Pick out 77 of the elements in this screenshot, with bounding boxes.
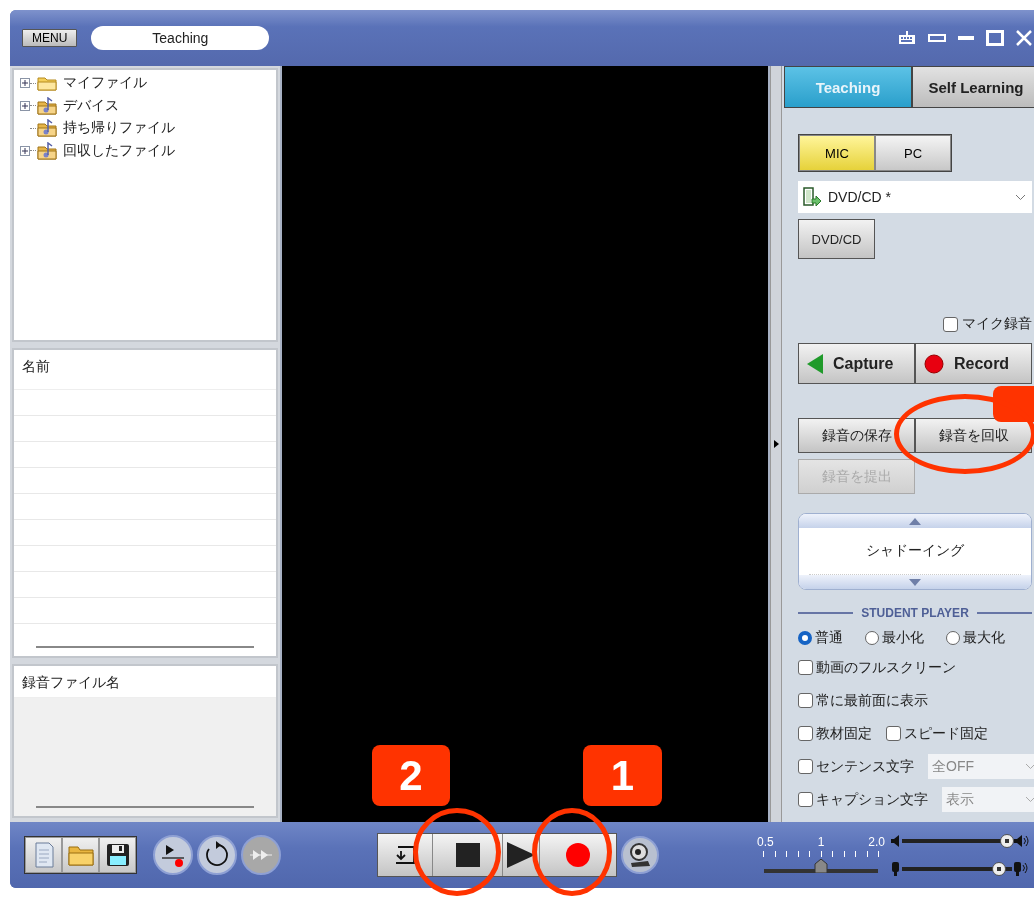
collapse-arrow-icon[interactable] [773,440,779,448]
radio-label: 最大化 [963,629,1005,647]
mode-item[interactable]: シャドーイング [866,542,964,560]
callout-badge: 2 [372,745,450,806]
source-toggle-button[interactable]: MIC [799,135,875,171]
checkbox-label: センテンス文字 [816,757,914,776]
radio-button[interactable] [865,631,879,645]
expand-icon[interactable] [20,78,30,89]
menu-button[interactable]: MENU [22,29,78,47]
close-icon[interactable] [1016,30,1032,46]
music-folder-icon [37,119,57,138]
speed-tick-label: 0.5 [757,835,774,849]
checkbox[interactable] [798,759,813,774]
checkbox[interactable] [798,693,813,708]
microphone-loud-icon [1014,862,1030,876]
compact-icon[interactable] [928,34,946,42]
callout-badge: 1 [583,745,662,806]
speed-tick-label: 2.0 [868,835,885,849]
speaker-icon [891,835,900,847]
expand-icon[interactable] [20,145,30,156]
folder-icon [37,75,57,92]
music-folder-icon [37,96,57,115]
play-record-button[interactable] [153,835,193,875]
checkbox-label: 教材固定 [816,724,872,743]
checkbox-label: 常に最前面に表示 [816,691,928,710]
section-heading: STUDENT PLAYER [861,606,969,620]
slider-thumb[interactable] [814,859,828,873]
slider-thumb[interactable] [991,862,1006,876]
tab[interactable]: Self Learning [912,66,1034,108]
fast-forward-button[interactable] [241,835,281,875]
speaker-loud-icon [1014,835,1030,847]
webcam-button[interactable] [621,836,659,874]
radio-button[interactable] [946,631,960,645]
play-icon [507,842,535,868]
recording-button[interactable]: 録音の保存 [798,418,915,453]
document-icon [32,842,55,868]
maximize-icon[interactable] [986,30,1004,46]
checkbox[interactable] [798,660,813,675]
checkbox-label: マイク録音 [962,315,1032,333]
checkbox[interactable] [943,316,958,332]
speed-tick-label: 1 [817,835,825,849]
microphone-icon [891,862,900,876]
checkbox-label: 動画のフルスクリーン [816,658,956,677]
source-toggle-button[interactable]: PC [875,135,951,171]
checkbox-label: キャプション文字 [816,790,928,809]
expand-icon[interactable] [20,100,30,111]
record-dot-icon [566,843,590,867]
stop-icon [455,843,480,867]
dvd-cd-button[interactable]: DVD/CD [798,219,875,259]
record-button[interactable]: Record [915,343,1032,384]
radio-label: 普通 [815,629,843,647]
record-dot-icon [924,353,944,374]
radio-label: 最小化 [882,629,924,647]
folder-icon [67,844,94,866]
keyboard-icon[interactable] [898,31,916,45]
music-folder-icon [37,141,57,160]
checkbox[interactable] [798,792,813,807]
checkbox[interactable] [886,726,901,741]
scroll-down-icon[interactable] [909,578,921,586]
scroll-up-icon[interactable] [909,517,921,525]
radio-button[interactable] [798,631,812,645]
tree-item[interactable]: 持ち帰りファイル [63,119,175,138]
triangle-icon [807,353,823,374]
window-title: Teaching [91,26,270,50]
tree-item[interactable]: 回収したファイル [63,141,175,160]
slider-thumb[interactable] [999,834,1014,848]
recording-button[interactable]: 録音を回収 [915,418,1032,453]
checkbox-label: スピード固定 [904,724,988,743]
checkbox[interactable] [798,726,813,741]
repeat-button[interactable] [197,835,237,875]
source-select[interactable]: DVD/CD * [798,181,1032,213]
capture-button[interactable]: Capture [798,343,915,384]
column-header: 名前 [14,350,276,390]
film-arrow-icon [802,187,822,207]
save-button[interactable] [99,837,136,873]
tree-item[interactable]: マイファイル [63,74,147,93]
tree-item[interactable]: デバイス [63,96,119,115]
